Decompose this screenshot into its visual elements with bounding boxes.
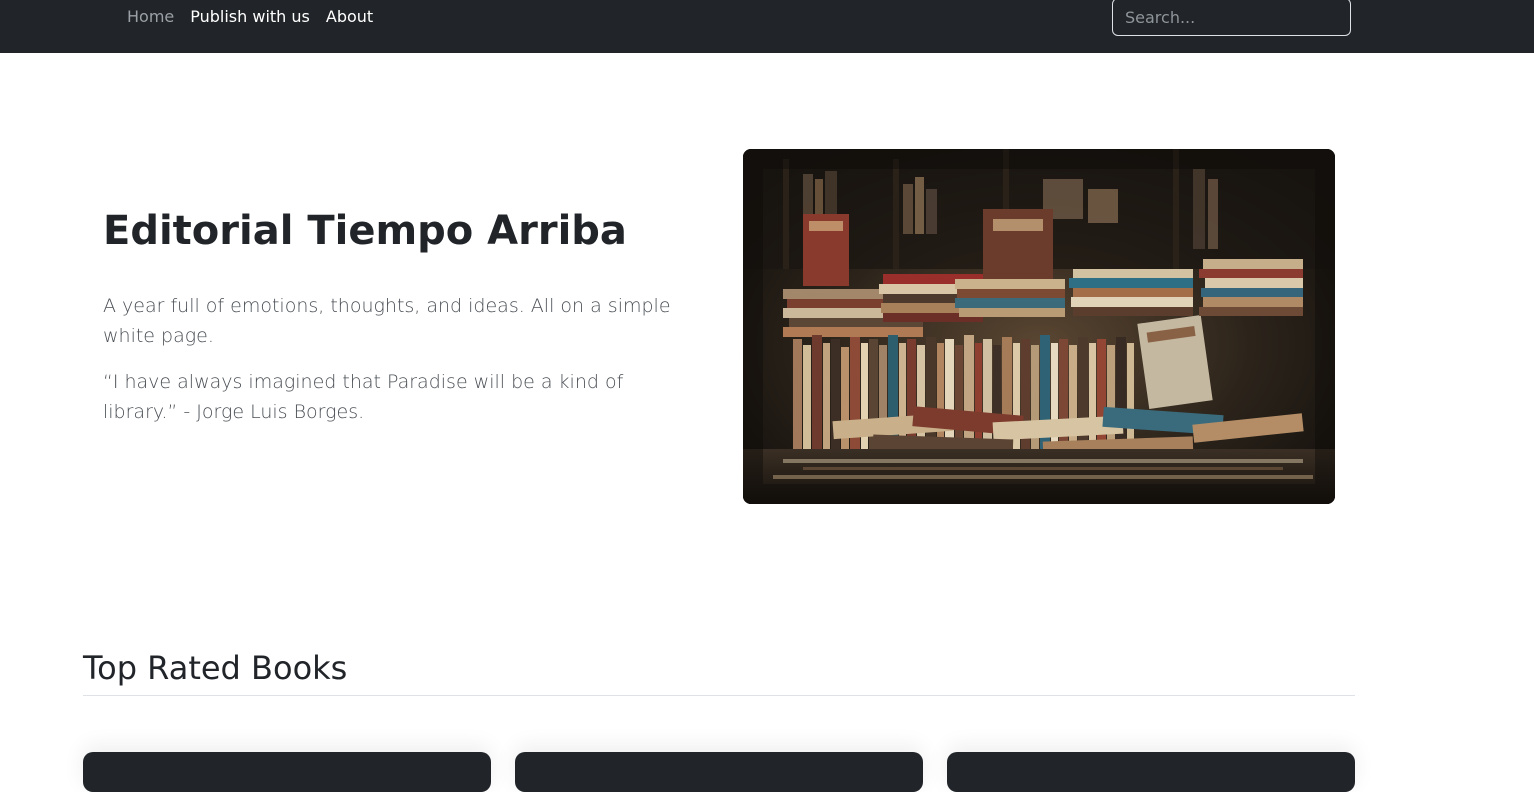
nav-link-about[interactable]: About <box>326 7 373 27</box>
book-card-1[interactable] <box>83 752 491 792</box>
top-rated-title: Top Rated Books <box>83 649 348 687</box>
search-input[interactable] <box>1112 0 1351 36</box>
nav-links: Home Publish with us About <box>127 7 373 27</box>
nav-link-home[interactable]: Home <box>127 7 174 27</box>
hero-title: Editorial Tiempo Arriba <box>103 208 627 254</box>
book-card-2[interactable] <box>515 752 923 792</box>
hero-description: A year full of emotions, thoughts, and i… <box>103 295 671 347</box>
hero-quote: “I have always imagined that Paradise wi… <box>103 371 624 423</box>
book-card-3[interactable] <box>947 752 1355 792</box>
section-divider <box>83 695 1355 696</box>
nav-link-publish[interactable]: Publish with us <box>190 7 310 27</box>
hero-bookstore-image <box>743 149 1335 504</box>
top-navbar: Home Publish with us About <box>0 0 1534 53</box>
